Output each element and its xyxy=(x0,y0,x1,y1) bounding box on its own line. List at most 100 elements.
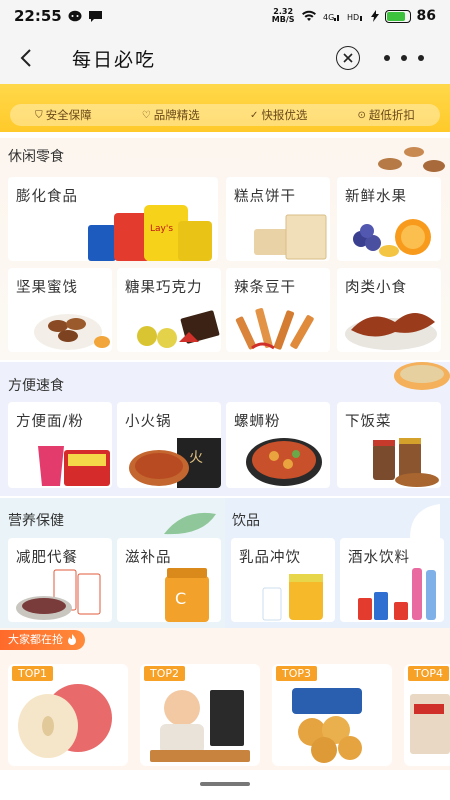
guarantee-item: ♡ 品牌精选 xyxy=(141,108,200,122)
supplement-bottle-image: C xyxy=(165,568,209,622)
svg-text:4G: 4G xyxy=(323,13,334,22)
charging-icon xyxy=(370,10,379,22)
svg-text:HD: HD xyxy=(347,13,359,22)
milk-splash-decoration-icon xyxy=(410,504,440,538)
wifi-icon xyxy=(301,10,316,21)
diet-meal-image xyxy=(16,569,101,620)
top-product-card[interactable]: TOP4 xyxy=(404,664,450,766)
leisure-title: 休闲零食 xyxy=(8,149,64,165)
category-card-dairy[interactable]: 乳品冲饮 xyxy=(231,538,335,622)
fire-icon xyxy=(68,634,76,645)
chocolate-image xyxy=(137,310,220,348)
category-card-fruit[interactable]: 新鲜水果 xyxy=(337,177,441,261)
fruit-image xyxy=(353,219,431,257)
category-card-spicy[interactable]: 辣条豆干 xyxy=(226,268,330,352)
chat-bubble-icon xyxy=(68,10,82,21)
fast-food-title: 方便速食 xyxy=(8,378,64,394)
leaf-decoration-icon xyxy=(164,512,216,535)
close-button[interactable] xyxy=(336,46,360,70)
biscuit-bag-image xyxy=(292,688,362,763)
hotpot-image: 火 xyxy=(129,438,221,488)
snack-pack-image xyxy=(410,694,450,754)
nuts-image xyxy=(34,314,110,350)
hot-items-tag: 大家都在抢 xyxy=(0,630,85,650)
top-banner: ⛉ 安全保障 ♡ 品牌精选 ✓ 快报优选 ⊙ 超低折扣 xyxy=(0,84,450,132)
top-rank-badge: TOP4 xyxy=(408,666,450,681)
guarantee-item: ✓ 快报优选 xyxy=(249,108,308,122)
svg-text:C: C xyxy=(175,589,186,608)
signal-hd-icon: HD xyxy=(347,13,362,22)
spicy-strips-image xyxy=(235,308,314,350)
heart-icon: ♡ xyxy=(141,109,151,121)
category-label: 肉类小食 xyxy=(345,280,407,296)
close-icon xyxy=(343,53,353,63)
back-arrow-icon xyxy=(20,49,31,67)
guarantee-item: ⊙ 超低折扣 xyxy=(357,108,415,122)
check-circle-icon: ✓ xyxy=(249,109,259,121)
category-label: 螺蛳粉 xyxy=(234,414,281,430)
discount-icon: ⊙ xyxy=(357,109,366,121)
instant-noodles-image xyxy=(38,446,110,486)
category-label: 新鲜水果 xyxy=(345,189,407,205)
category-card-candy[interactable]: 糖果巧克力 xyxy=(117,268,221,352)
svg-text:火: 火 xyxy=(189,450,203,466)
more-dot-icon xyxy=(418,55,424,61)
page-title: 每日必吃 xyxy=(72,48,157,71)
category-label: 坚果蜜饯 xyxy=(16,280,78,296)
home-indicator[interactable] xyxy=(200,782,250,786)
apple-image xyxy=(18,684,112,758)
noodle-bowl-decoration-icon xyxy=(394,362,450,390)
message-icon xyxy=(88,10,102,22)
battery-level: 86 xyxy=(416,8,436,24)
category-card-nuts[interactable]: 坚果蜜饯 xyxy=(8,268,112,352)
battery-icon xyxy=(384,9,411,23)
back-button[interactable] xyxy=(0,32,52,84)
category-card-meat[interactable]: 肉类小食 xyxy=(337,268,441,352)
guarantee-bar: ⛉ 安全保障 ♡ 品牌精选 ✓ 快报优选 ⊙ 超低折扣 xyxy=(10,104,440,126)
guarantee-item: ⛉ 安全保障 xyxy=(35,108,92,122)
category-label: 乳品冲饮 xyxy=(239,550,301,566)
top-product-card[interactable]: TOP2 xyxy=(140,664,260,766)
svg-text:Lay's: Lay's xyxy=(150,224,173,234)
category-card-hotpot[interactable]: 小火锅 火 xyxy=(117,402,221,488)
kid-drink-image xyxy=(150,690,250,762)
dairy-drink-image xyxy=(262,574,323,621)
category-label: 糕点饼干 xyxy=(234,189,296,205)
category-label: 下饭菜 xyxy=(345,414,392,430)
category-label: 糖果巧克力 xyxy=(125,280,203,296)
category-card-instant-noodles[interactable]: 方便面/粉 xyxy=(8,402,112,488)
status-bar: 22:55 2.32 MB/S 4G HD 86 xyxy=(0,0,450,32)
health-title: 营养保健 xyxy=(8,513,64,529)
luosifen-image xyxy=(246,438,322,486)
network-speed: 2.32 MB/S xyxy=(271,7,295,24)
category-card-side-dishes[interactable]: 下饭菜 xyxy=(337,402,441,488)
category-card-tonic[interactable]: 滋补品 C xyxy=(117,538,221,622)
category-card-puffed[interactable]: 膨化食品 Lay's xyxy=(8,177,218,261)
top-product-card[interactable]: TOP3 xyxy=(272,664,392,766)
jar-dishes-image xyxy=(373,438,439,487)
drinks-title: 饮品 xyxy=(232,513,260,529)
category-label: 减肥代餐 xyxy=(16,550,78,566)
category-card-luosifen[interactable]: 螺蛳粉 xyxy=(226,402,330,488)
nav-bar: 每日必吃 xyxy=(0,32,450,84)
category-card-beverages[interactable]: 酒水饮料 xyxy=(340,538,444,622)
beverages-image xyxy=(358,568,436,620)
category-label: 小火锅 xyxy=(125,414,172,430)
category-card-pastry[interactable]: 糕点饼干 xyxy=(226,177,330,261)
category-card-diet-meal[interactable]: 减肥代餐 xyxy=(8,538,112,622)
category-label: 滋补品 xyxy=(125,550,172,566)
top-product-card[interactable]: TOP1 xyxy=(8,664,128,766)
nuts-decoration-icon xyxy=(378,147,445,172)
category-label: 方便面/粉 xyxy=(16,414,84,430)
category-label: 膨化食品 xyxy=(16,189,78,205)
more-dot-icon xyxy=(384,55,390,61)
more-dot-icon xyxy=(401,55,407,61)
chips-image: Lay's xyxy=(88,205,212,261)
signal-4g-icon: 4G xyxy=(323,13,339,22)
shield-icon: ⛉ xyxy=(35,109,43,121)
status-time: 22:55 xyxy=(14,7,62,25)
biscuit-image xyxy=(254,214,327,260)
category-label: 辣条豆干 xyxy=(234,280,296,296)
more-options-button[interactable] xyxy=(384,46,424,70)
meat-image xyxy=(345,313,437,350)
